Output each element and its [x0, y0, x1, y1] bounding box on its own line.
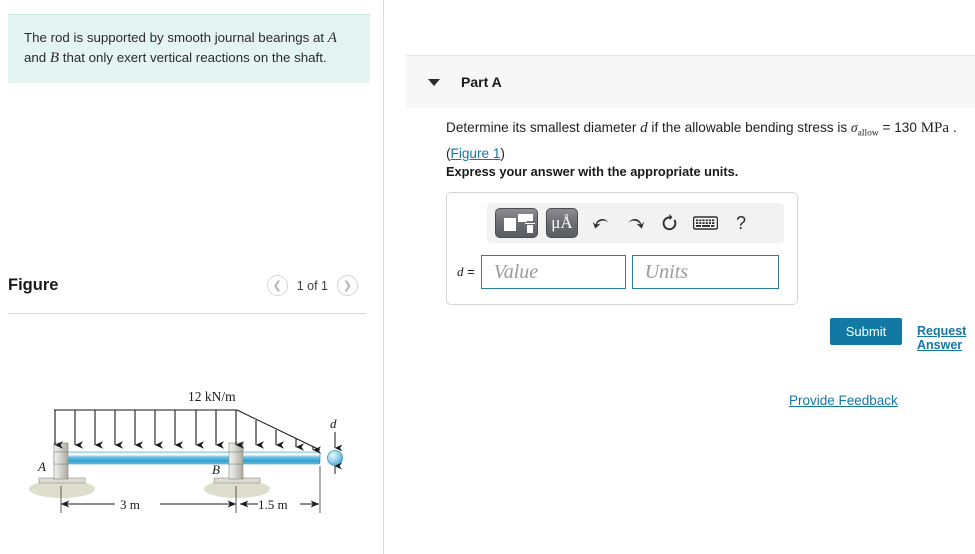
submit-button[interactable]: Submit — [830, 318, 902, 345]
micro-angstrom-icon[interactable]: μÅ — [546, 208, 578, 238]
right-panel: Part A Determine its smallest diameter d… — [384, 0, 975, 554]
figure-navigation: ❮ 1 of 1 ❯ — [266, 275, 358, 296]
load-label: 12 kN/m — [188, 389, 236, 404]
undo-arrow-glyph — [592, 218, 608, 229]
dim-label-15m: 1.5 m — [258, 497, 288, 512]
statement-var-a: A — [327, 30, 337, 46]
label-d: d — [330, 416, 337, 431]
request-answer-link[interactable]: Request Answer — [917, 324, 975, 352]
stress-unit: MPa — [920, 120, 950, 136]
left-panel: The rod is supported by smooth journal b… — [0, 0, 383, 554]
reset-glyph — [662, 214, 676, 231]
answer-input-row: d = Value Units — [457, 255, 779, 289]
figure-header: Figure ❮ 1 of 1 ❯ — [8, 275, 370, 312]
reset-circular-arrow-icon[interactable] — [652, 208, 686, 238]
question-text-b: if the allowable bending stress is — [647, 120, 851, 135]
part-a-header[interactable]: Part A — [406, 55, 975, 108]
label-a: A — [37, 459, 46, 474]
chevron-left-icon[interactable]: ❮ — [266, 275, 288, 296]
question-text: Determine its smallest diameter d if the… — [446, 118, 966, 164]
answer-label: d = — [457, 264, 475, 279]
units-input[interactable]: Units — [631, 255, 779, 289]
chevron-right-icon[interactable]: ❯ — [337, 275, 358, 296]
bearing-post-a-front — [53, 451, 69, 465]
problem-statement: The rod is supported by smooth journal b… — [8, 14, 370, 83]
dim-label-3m: 3 m — [120, 497, 140, 512]
sigma-symbol: σ — [850, 120, 858, 135]
statement-var-b: B — [49, 50, 60, 66]
load-arrows — [54, 410, 322, 454]
question-text-a: Determine its smallest diameter — [446, 120, 641, 135]
statement-line1-text: The rod is supported by smooth journal b… — [24, 30, 328, 45]
beam-diagram: 12 kN/m A B d 3 m 1.5 m — [0, 386, 383, 526]
figure-link-wrap: (Figure 1) — [446, 145, 505, 161]
keyboard-icon[interactable] — [686, 208, 724, 238]
page-root: The rod is supported by smooth journal b… — [0, 0, 975, 554]
figure-counter: 1 of 1 — [296, 278, 328, 293]
question-text-c: = 130 — [878, 120, 921, 135]
value-input[interactable]: Value — [480, 255, 626, 289]
question-text-d: . — [949, 120, 957, 135]
caret-down-icon[interactable] — [428, 78, 440, 86]
undo-arrow-icon[interactable] — [584, 208, 618, 238]
provide-feedback-link[interactable]: Provide Feedback — [789, 393, 898, 408]
bearing-post-b-front — [228, 451, 244, 465]
keyboard-glyph — [692, 216, 718, 230]
math-template-icon[interactable] — [495, 208, 538, 238]
redo-arrow-glyph — [628, 218, 644, 229]
label-b: B — [212, 462, 220, 477]
figure-1-link[interactable]: Figure 1 — [451, 146, 501, 161]
question-var-d: d — [640, 120, 648, 136]
load-top-taper — [236, 409, 321, 451]
figure-divider — [8, 313, 366, 314]
beam-diagram-svg: 12 kN/m A B d 3 m 1.5 m — [29, 389, 343, 513]
question-mark-icon[interactable]: ? — [724, 208, 758, 238]
redo-arrow-icon[interactable] — [618, 208, 652, 238]
express-units-note: Express your answer with the appropriate… — [446, 164, 739, 179]
figure-title: Figure — [8, 276, 59, 294]
math-toolbar: μÅ ? — [487, 203, 784, 243]
shaft-beam — [53, 451, 321, 465]
sigma-subscript: allow — [857, 128, 879, 139]
answer-card: μÅ ? d = Value Units — [446, 192, 798, 305]
part-title: Part A — [461, 74, 502, 90]
cross-section-circle — [327, 450, 343, 466]
statement-line2-text: and — [24, 50, 50, 65]
statement-line2-tail: that only exert vertical reactions on th… — [59, 50, 327, 65]
